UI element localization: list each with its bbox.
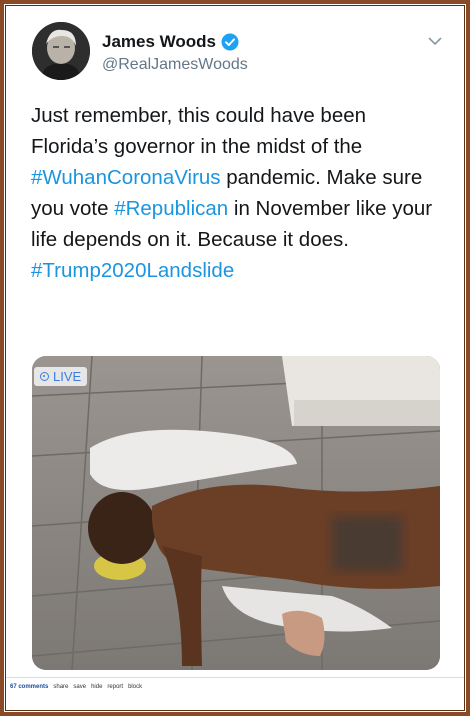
report-link[interactable]: report [107,684,123,690]
hashtag-republican[interactable]: #Republican [114,197,228,220]
save-link[interactable]: save [73,684,86,690]
hashtag-trump-2020-landslide[interactable]: #Trump2020Landslide [31,259,234,282]
verified-badge-icon [221,33,239,51]
footer-divider [6,677,464,678]
author-row[interactable]: James Woods [102,32,239,52]
comments-link[interactable]: 67 comments [10,684,48,690]
tweet-text-part: Just remember, this could have been Flor… [31,104,367,158]
post-footer: 67 comments share save hide report block [10,684,142,690]
chevron-down-icon[interactable] [428,36,442,46]
live-label: LIVE [53,369,82,384]
live-icon [40,372,49,381]
author-name[interactable]: James Woods [102,32,216,52]
hide-link[interactable]: hide [91,684,102,690]
live-badge: LIVE [34,367,88,386]
tweet-text: Just remember, this could have been Flor… [31,100,441,286]
block-link[interactable]: block [128,684,142,690]
author-handle[interactable]: @RealJamesWoods [102,56,248,74]
avatar[interactable] [32,22,90,80]
tweet-media-image[interactable] [32,356,440,670]
hashtag-wuhan-corona-virus[interactable]: #WuhanCoronaVirus [31,166,221,189]
share-link[interactable]: share [53,684,68,690]
